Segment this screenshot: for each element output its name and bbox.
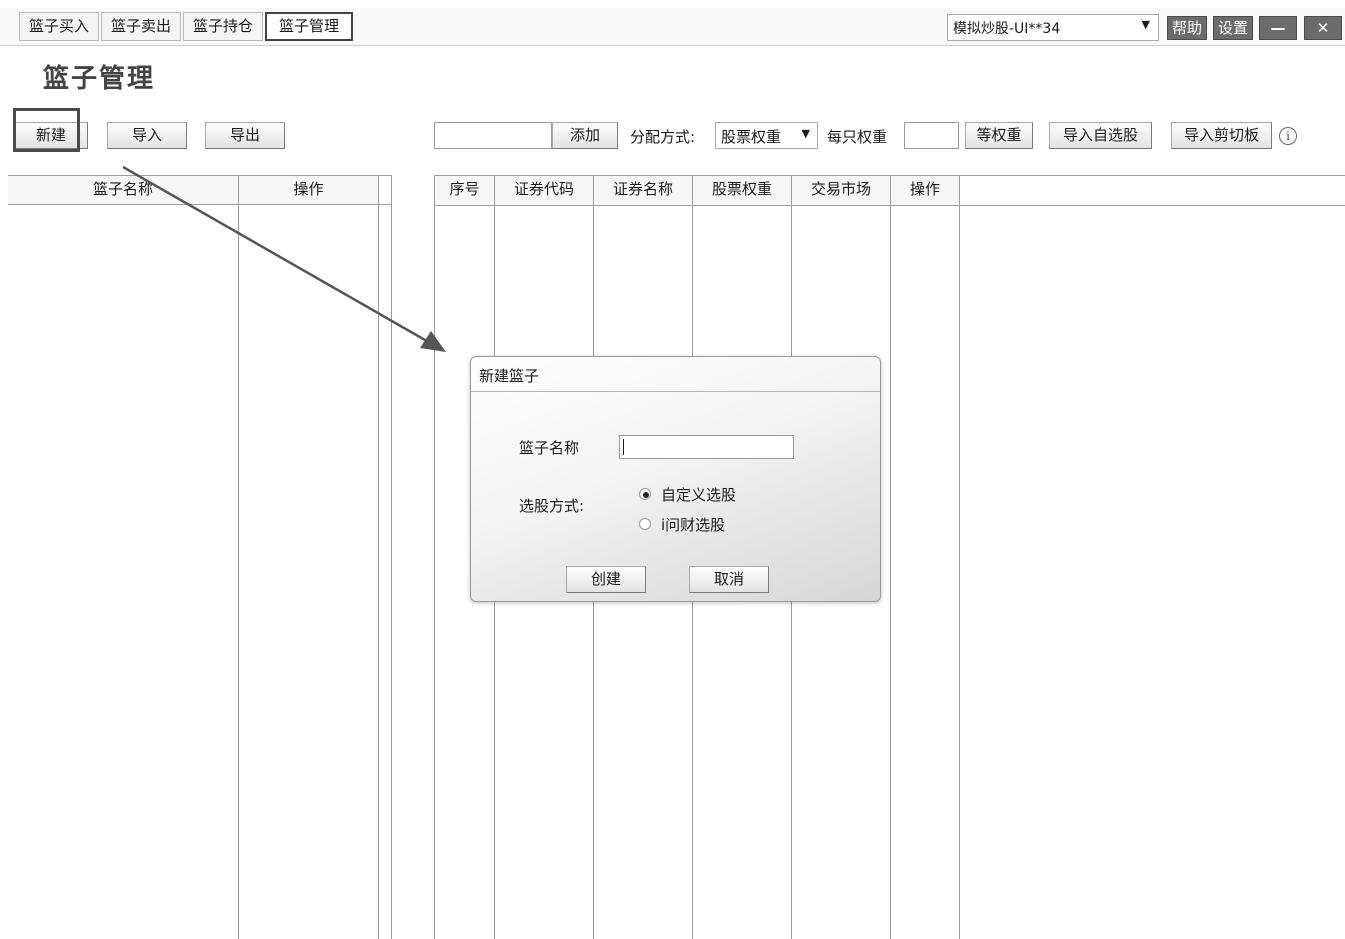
text-cursor bbox=[623, 439, 624, 455]
radio-label: 自定义选股 bbox=[661, 486, 737, 504]
radio-iwencai-selection[interactable]: i问财选股 bbox=[639, 514, 779, 536]
create-button[interactable]: 创建 bbox=[566, 566, 646, 593]
basket-name-label: 篮子名称 bbox=[519, 439, 580, 457]
new-basket-dialog: 新建篮子 篮子名称 选股方式: 自定义选股 i问财选股 创建 取消 bbox=[470, 356, 881, 602]
dialog-title: 新建篮子 bbox=[479, 367, 540, 385]
radio-label: i问财选股 bbox=[661, 516, 726, 534]
basket-name-input[interactable] bbox=[619, 435, 794, 459]
radio-unselected-icon bbox=[639, 518, 651, 530]
radio-selected-icon bbox=[639, 488, 651, 500]
radio-custom-selection[interactable]: 自定义选股 bbox=[639, 484, 779, 506]
cancel-button[interactable]: 取消 bbox=[689, 566, 769, 593]
divider bbox=[471, 391, 880, 392]
selection-method-label: 选股方式: bbox=[519, 497, 585, 515]
